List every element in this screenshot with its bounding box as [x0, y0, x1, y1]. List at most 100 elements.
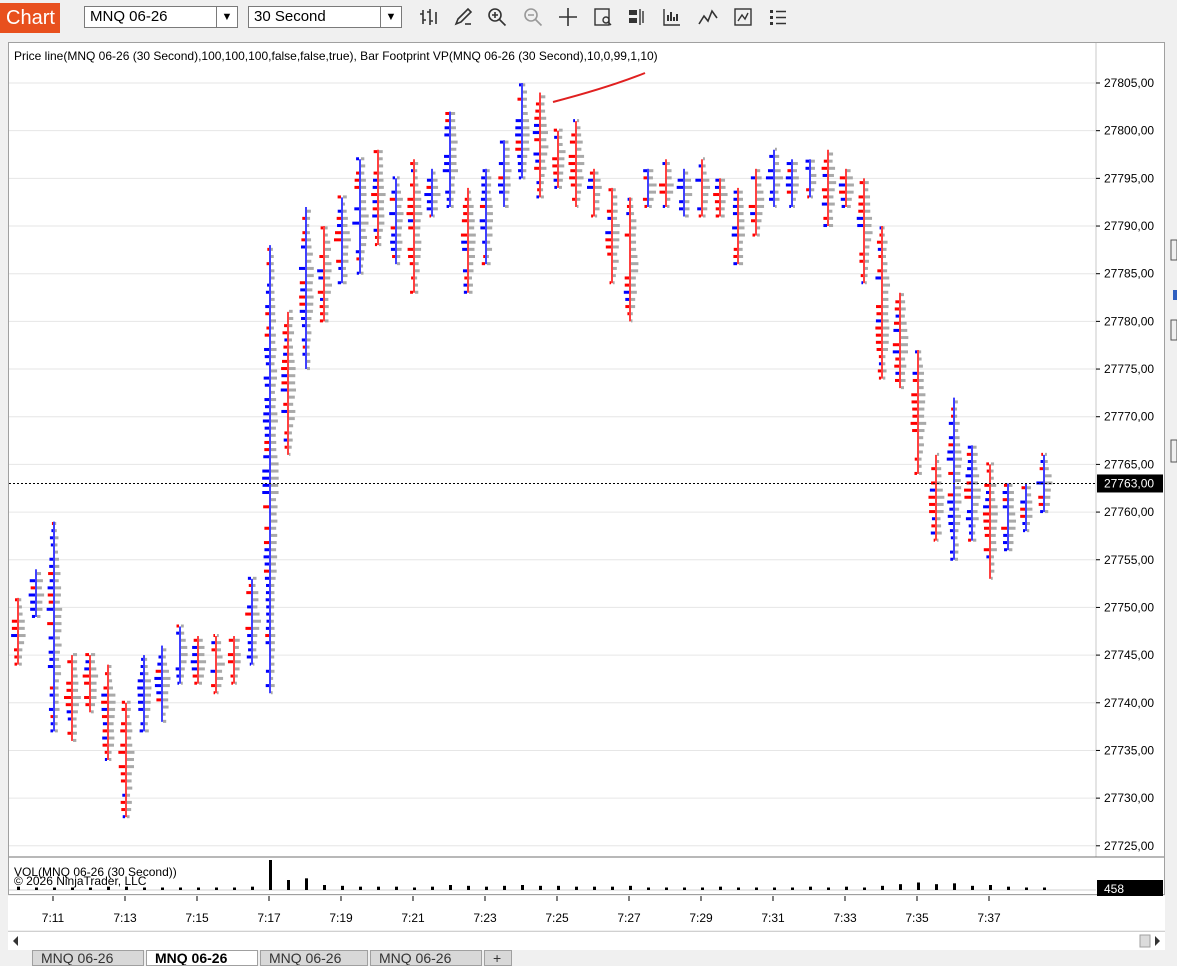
footprint-volume-cell	[361, 221, 369, 225]
footprint-delta-cell	[407, 247, 413, 251]
footprint-volume-cell	[955, 443, 961, 447]
footprint-volume-cell	[19, 662, 22, 666]
footprint-volume-cell	[361, 271, 364, 275]
footprint-volume-cell	[937, 488, 943, 492]
footprint-delta-cell	[624, 276, 629, 280]
footprint-volume-cell	[451, 154, 457, 158]
footprint-volume-cell	[55, 657, 60, 661]
footprint-volume-cell	[343, 209, 347, 213]
footprint-delta-cell	[263, 541, 269, 545]
chart-tab-3[interactable]: MNQ 06-26	[260, 950, 368, 966]
footprint-delta-cell	[213, 691, 215, 695]
footprint-delta-cell	[840, 197, 845, 201]
footprint-volume-cell	[55, 543, 58, 547]
footprint-volume-cell	[361, 250, 365, 254]
footprint-volume-cell	[865, 281, 867, 285]
footprint-volume-cell	[271, 455, 278, 459]
footprint-volume-cell	[55, 536, 59, 540]
footprint-volume-cell	[883, 255, 886, 259]
footprint-bar	[623, 197, 639, 323]
footprint-delta-cell	[372, 214, 377, 218]
footprint-volume-cell	[19, 619, 25, 623]
footprint-volume-cell	[451, 126, 456, 130]
footprint-delta-cell	[1003, 533, 1007, 537]
footprint-volume-cell	[289, 316, 294, 320]
footprint-volume-cell	[109, 750, 112, 754]
footprint-delta-cell	[698, 164, 701, 168]
time-tick-label: 7:21	[401, 911, 425, 925]
footprint-delta-cell	[102, 736, 107, 740]
footprint-volume-cell	[757, 183, 762, 187]
chart-tab-2-active[interactable]: MNQ 06-26	[146, 950, 258, 966]
footprint-delta-cell	[536, 181, 539, 185]
footprint-volume-cell	[145, 700, 151, 704]
chart-tab-1[interactable]: MNQ 06-26	[32, 950, 144, 966]
footprint-volume-cell	[487, 197, 492, 201]
footprint-volume-cell	[919, 378, 924, 382]
price-tick-label: 27770,00	[1104, 410, 1154, 424]
footprint-volume-cell	[577, 147, 582, 151]
footprint-volume-cell	[919, 393, 926, 397]
footprint-delta-cell	[841, 204, 845, 208]
volume-bar	[1025, 887, 1028, 890]
footprint-volume-cell	[307, 324, 311, 328]
add-tab-button[interactable]: +	[484, 950, 512, 966]
footprint-volume-cell	[271, 398, 277, 402]
footprint-delta-cell	[281, 367, 287, 371]
footprint-delta-cell	[265, 669, 269, 673]
footprint-volume-cell	[811, 188, 815, 192]
footprint-delta-cell	[411, 276, 413, 280]
footprint-volume-cell	[55, 593, 61, 597]
footprint-delta-cell	[895, 357, 899, 361]
chart-tab-4[interactable]: MNQ 06-26	[370, 950, 482, 966]
footprint-volume-cell	[379, 178, 384, 182]
footprint-volume-cell	[451, 183, 455, 187]
footprint-volume-cell	[721, 193, 728, 197]
footprint-volume-cell	[271, 562, 276, 566]
footprint-volume-cell	[1027, 514, 1033, 518]
footprint-volume-cell	[901, 371, 906, 375]
footprint-bar	[154, 645, 171, 723]
footprint-delta-cell	[1002, 498, 1007, 502]
footprint-volume-cell	[271, 476, 279, 480]
footprint-volume-cell	[991, 541, 997, 545]
footprint-delta-cell	[320, 312, 323, 316]
footprint-volume-cell	[397, 262, 401, 266]
price-tick-label: 27735,00	[1104, 743, 1154, 757]
footprint-delta-cell	[570, 169, 575, 173]
horizontal-scrollbar[interactable]	[8, 931, 1165, 950]
footprint-volume-cell	[325, 290, 331, 294]
footprint-delta-cell	[392, 255, 395, 259]
footprint-delta-cell	[1041, 452, 1043, 456]
footprint-delta-cell	[354, 178, 359, 182]
footprint-delta-cell	[515, 119, 521, 123]
footprint-volume-cell	[577, 126, 581, 130]
footprint-volume-cell	[415, 290, 419, 294]
footprint-volume-cell	[937, 452, 940, 456]
footprint-delta-cell	[356, 157, 359, 161]
footprint-volume-cell	[865, 231, 873, 235]
footprint-volume-cell	[397, 233, 402, 237]
footprint-volume-cell	[217, 691, 219, 695]
footprint-volume-cell	[145, 672, 149, 676]
footprint-delta-cell	[85, 660, 89, 664]
footprint-delta-cell	[732, 212, 737, 216]
footprint-volume-cell	[685, 178, 692, 182]
footprint-delta-cell	[643, 176, 647, 180]
volume-bar	[269, 860, 272, 890]
footprint-delta-cell	[249, 662, 251, 666]
footprint-delta-cell	[892, 350, 899, 354]
footprint-delta-cell	[985, 498, 989, 502]
footprint-volume-cell	[559, 150, 566, 154]
footprint-volume-cell	[865, 238, 872, 242]
footprint-volume-cell	[181, 645, 188, 649]
footprint-delta-cell	[85, 653, 89, 657]
footprint-volume-cell	[325, 312, 329, 316]
footprint-delta-cell	[515, 140, 521, 144]
volume-bar	[485, 886, 488, 890]
footprint-delta-cell	[137, 679, 143, 683]
footprint-volume-cell	[541, 116, 547, 120]
footprint-volume-cell	[487, 204, 493, 208]
footprint-delta-cell	[158, 655, 161, 659]
footprint-volume-cell	[739, 240, 743, 244]
